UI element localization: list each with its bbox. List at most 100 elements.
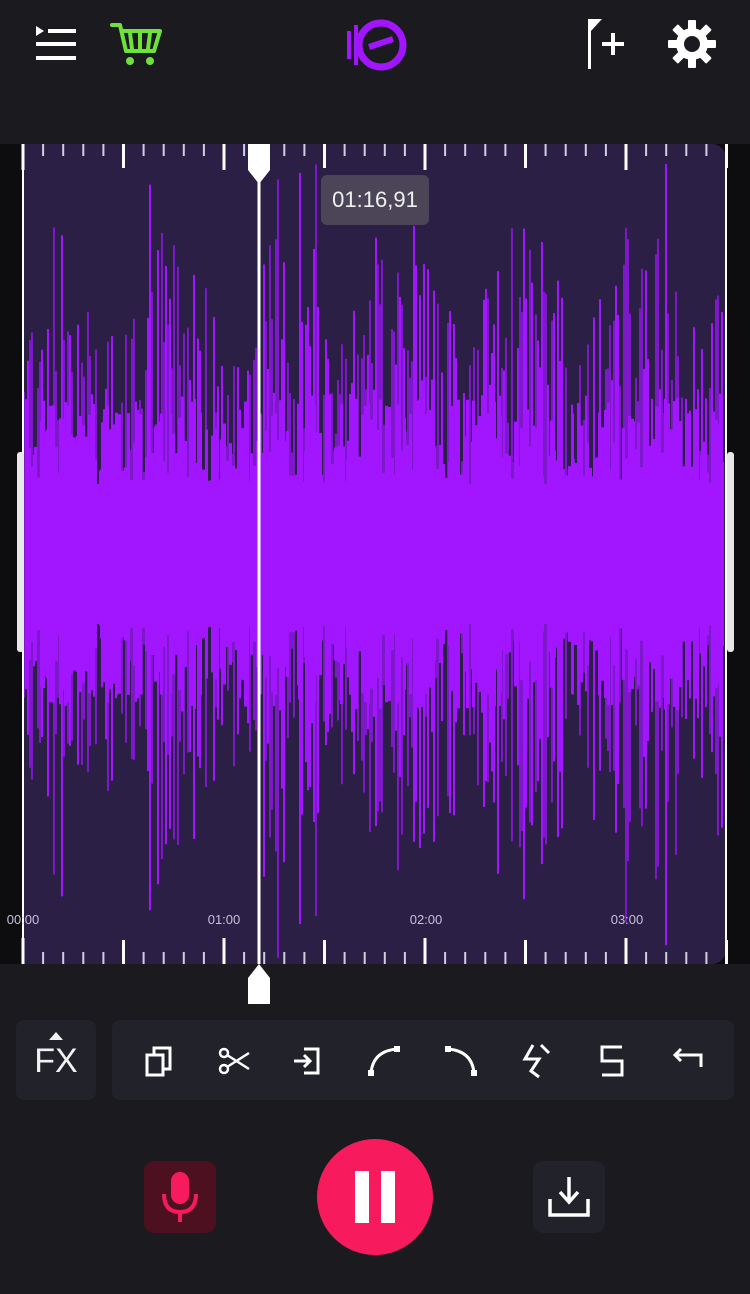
- waveform-core: [133, 442, 136, 666]
- waveform-core: [106, 405, 109, 703]
- waveform-core: [271, 415, 274, 693]
- waveform-core: [64, 402, 67, 706]
- waveform-core: [73, 437, 76, 671]
- waveform-core: [145, 456, 148, 652]
- waveform-core: [376, 430, 379, 678]
- waveform-core: [634, 449, 637, 659]
- waveform-area[interactable]: 01:16,91 00:00 01:00 02:00 03:00: [0, 144, 750, 964]
- waveform-core: [715, 420, 718, 688]
- waveform-core: [430, 475, 433, 633]
- insert-icon: [294, 1047, 320, 1075]
- waveform-core: [268, 451, 271, 657]
- menu-button[interactable]: [28, 18, 84, 70]
- waveform-core: [649, 445, 652, 663]
- insert-button[interactable]: [285, 1038, 331, 1084]
- waveform-core: [721, 461, 724, 647]
- waveform-core: [535, 427, 538, 681]
- playhead-bottom-marker[interactable]: [247, 964, 271, 1004]
- waveform-core: [412, 469, 415, 639]
- waveform-core: [658, 407, 661, 701]
- waveform-core: [553, 450, 556, 658]
- waveform-core: [130, 479, 133, 629]
- waveform-core: [238, 409, 241, 699]
- waveform-core: [568, 466, 571, 642]
- waveform-core: [103, 468, 106, 640]
- waveform-core: [496, 438, 499, 670]
- waveform-core: [538, 408, 541, 700]
- waveform-core: [70, 434, 73, 674]
- waveform-core: [28, 448, 31, 660]
- waveform-core: [184, 440, 187, 668]
- cart-button[interactable]: [106, 16, 166, 72]
- fade-in-button[interactable]: [362, 1038, 408, 1084]
- waveform-core: [82, 425, 85, 683]
- waveform-core: [322, 482, 325, 626]
- pause-button[interactable]: [317, 1139, 433, 1255]
- fade-out-icon: [445, 1046, 477, 1076]
- app-logo: [340, 12, 410, 78]
- save-button[interactable]: [533, 1161, 605, 1233]
- waveform-core: [637, 422, 640, 686]
- waveform-core: [562, 469, 565, 639]
- waveform-core: [355, 398, 358, 710]
- waveform-core: [475, 425, 478, 683]
- waveform-core: [325, 448, 328, 660]
- waveform-core: [406, 445, 409, 663]
- waveform-core: [43, 432, 46, 676]
- normalize-button[interactable]: [514, 1038, 560, 1084]
- waveform-core: [433, 447, 436, 661]
- waveform-core: [229, 443, 232, 665]
- waveform-core: [397, 404, 400, 704]
- waveform-core: [550, 420, 553, 688]
- waveform-core: [220, 439, 223, 669]
- waveform-core: [343, 481, 346, 627]
- waveform-core: [346, 459, 349, 649]
- waveform-core: [175, 453, 178, 655]
- waveform-core: [673, 401, 676, 707]
- waveform-core: [682, 466, 685, 642]
- fade-out-button[interactable]: [437, 1038, 483, 1084]
- waveform-core: [34, 446, 37, 662]
- waveform-core: [307, 436, 310, 672]
- waveform-core: [169, 414, 172, 694]
- waveform-core: [700, 454, 703, 654]
- waveform-core: [358, 456, 361, 652]
- copy-button[interactable]: [136, 1038, 182, 1084]
- undo-button[interactable]: [664, 1038, 710, 1084]
- waveform-core: [94, 459, 97, 649]
- waveform-core: [340, 403, 343, 705]
- waveform-core: [232, 465, 235, 643]
- split-button[interactable]: [589, 1038, 635, 1084]
- fx-button[interactable]: FX: [16, 1020, 96, 1100]
- waveform-core: [217, 479, 220, 629]
- waveform-core: [604, 410, 607, 698]
- undo-icon: [672, 1047, 703, 1067]
- playhead-top-marker: [248, 144, 270, 184]
- waveform-core: [142, 480, 145, 628]
- waveform-core: [208, 480, 211, 628]
- waveform-core: [532, 425, 535, 683]
- waveform-core: [136, 409, 139, 699]
- add-marker-button[interactable]: [578, 14, 630, 72]
- waveform-core: [295, 477, 298, 631]
- app-logo-icon: [347, 19, 407, 71]
- waveform-core: [151, 452, 154, 656]
- waveform-core: [691, 466, 694, 642]
- queue-menu-icon: [36, 26, 76, 60]
- waveform-core: [409, 413, 412, 695]
- waveform-core: [445, 477, 448, 631]
- right-trim-handle[interactable]: [727, 452, 734, 652]
- waveform-core: [67, 405, 70, 703]
- cut-button[interactable]: [211, 1038, 257, 1084]
- waveform-core: [493, 401, 496, 707]
- waveform[interactable]: [0, 144, 750, 964]
- waveform-core: [688, 480, 691, 628]
- waveform-core: [124, 467, 127, 641]
- waveform-core: [508, 455, 511, 653]
- waveform-core: [625, 458, 628, 650]
- waveform-core: [58, 473, 61, 635]
- current-time-display: 01:16,91: [321, 175, 429, 225]
- left-trim-handle[interactable]: [17, 452, 24, 652]
- settings-button[interactable]: [664, 16, 720, 72]
- record-button[interactable]: [144, 1161, 216, 1233]
